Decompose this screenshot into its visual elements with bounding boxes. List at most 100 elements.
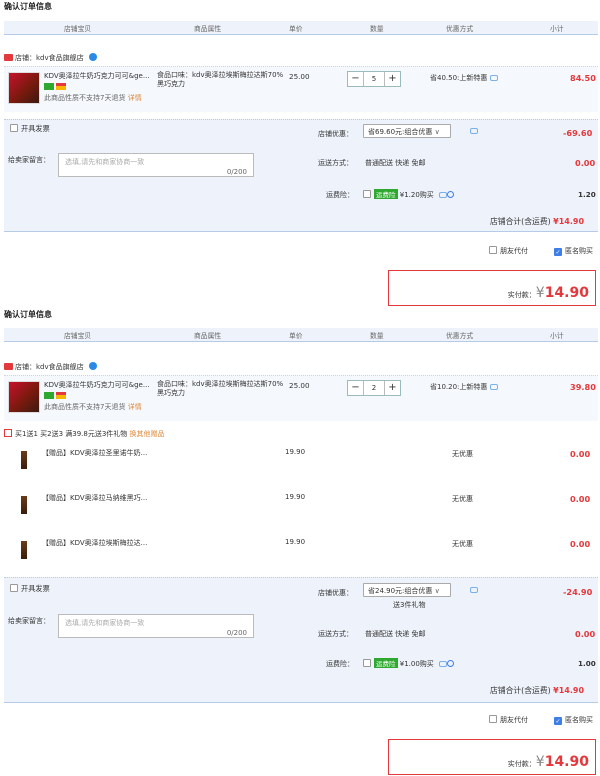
header-attr: 商品属性 xyxy=(194,25,222,33)
service-tags xyxy=(44,82,68,90)
anon-buy-checkbox[interactable]: ✓ xyxy=(554,248,562,256)
insurance-checkbox[interactable] xyxy=(363,190,371,198)
insurance-amount: 1.00 xyxy=(578,659,596,668)
header-discount: 优惠方式 xyxy=(446,332,474,340)
qty-minus-button[interactable]: − xyxy=(348,381,364,395)
promo-line: 买1送1 买2送3 满39.8元送3件礼物 换其他赠品 xyxy=(4,429,165,439)
chat-icon[interactable] xyxy=(490,384,499,390)
gift-row: 【赠品】KDV奥泽拉埃斯梅拉达... 19.90 无优惠 0.00 xyxy=(4,531,598,571)
shop-name[interactable]: 店铺：kdv食品旗舰店 xyxy=(4,53,97,63)
gift-list: 【赠品】KDV奥泽拉圣里诺牛奶... 19.90 无优惠 0.00 【赠品】KD… xyxy=(4,441,598,571)
gift-thumbnail[interactable] xyxy=(21,451,27,469)
message-placeholder: 选填,请先和商家协商一致 xyxy=(65,619,145,627)
pay-summary: 实付款：¥14.90 xyxy=(388,270,596,306)
detail-link[interactable]: 详情 xyxy=(128,94,142,102)
insurance-label: 运费险： xyxy=(326,660,354,668)
message-count: 0/200 xyxy=(226,629,247,637)
gift-thumbnail[interactable] xyxy=(21,541,27,559)
pay-summary: 实付款：¥14.90 xyxy=(388,739,596,775)
gift-thumbnail[interactable] xyxy=(21,496,27,514)
shop-discount-sub: 送3件礼物 xyxy=(393,601,426,609)
gift-name[interactable]: 【赠品】KDV奥泽拉埃斯梅拉达... xyxy=(42,538,147,548)
message-placeholder: 选填,请先和商家协商一致 xyxy=(65,158,145,166)
qty-value[interactable]: 2 xyxy=(364,381,384,395)
anon-buy-option[interactable]: ✓ 匿名购买 xyxy=(554,246,593,256)
shop-icon xyxy=(4,363,13,370)
shop-discount-select[interactable]: 省69.60元:组合优惠 ∨ xyxy=(363,124,451,138)
chat-icon[interactable] xyxy=(490,75,499,81)
gift-subtotal: 0.00 xyxy=(570,539,591,549)
help-icon[interactable] xyxy=(447,660,455,667)
shipping-value: 普通配送 快递 免邮 xyxy=(365,159,426,167)
friend-pay-checkbox[interactable] xyxy=(489,715,497,723)
detail-link[interactable]: 详情 xyxy=(128,403,142,411)
gift-row: 【赠品】KDV奥泽拉圣里诺牛奶... 19.90 无优惠 0.00 xyxy=(4,441,598,481)
help-icon[interactable] xyxy=(447,191,455,198)
quantity-stepper[interactable]: − 2 + xyxy=(347,380,401,396)
gift-discount: 无优惠 xyxy=(452,540,473,548)
anon-buy-option[interactable]: ✓ 匿名购买 xyxy=(554,715,593,725)
message-input[interactable]: 选填,请先和商家协商一致 0/200 xyxy=(58,614,254,638)
qty-value[interactable]: 5 xyxy=(364,72,384,86)
message-input[interactable]: 选填,请先和商家协商一致 0/200 xyxy=(58,153,254,177)
return-note: 此商品性质不支持7天退货 详情 xyxy=(44,403,142,411)
insurance-option[interactable]: 运费险 ¥1.00购买 xyxy=(363,658,455,669)
shipping-value: 普通配送 快递 免邮 xyxy=(365,630,426,638)
chevron-down-icon: ∨ xyxy=(434,587,440,595)
header-qty: 数量 xyxy=(370,25,384,33)
insurance-tag: 运费险 xyxy=(374,658,398,668)
shop-total: 店铺合计(含运费) ¥14.90 xyxy=(490,217,585,226)
qty-plus-button[interactable]: + xyxy=(384,72,400,86)
insurance-amount: 1.20 xyxy=(578,190,596,199)
item-discount: 省10.20:上新特惠 xyxy=(430,382,499,392)
header-qty: 数量 xyxy=(370,332,384,340)
page-title: 确认订单信息 xyxy=(4,2,52,11)
qty-minus-button[interactable]: − xyxy=(348,72,364,86)
chat-icon[interactable] xyxy=(439,661,448,667)
message-label: 给卖家留言： xyxy=(8,617,50,625)
product-thumbnail[interactable] xyxy=(8,72,40,104)
insurance-option[interactable]: 运费险 ¥1.20购买 xyxy=(363,189,455,200)
order-options-panel: 开具发票 给卖家留言： 选填,请先和商家协商一致 0/200 店铺优惠： 省69… xyxy=(4,119,598,232)
qty-plus-button[interactable]: + xyxy=(384,381,400,395)
gift-subtotal: 0.00 xyxy=(570,494,591,504)
gift-name[interactable]: 【赠品】KDV奥泽拉马纳维黑巧... xyxy=(42,493,147,503)
anon-buy-checkbox[interactable]: ✓ xyxy=(554,717,562,725)
friend-pay-option[interactable]: 朋友代付 xyxy=(489,246,528,256)
shop-discount-select[interactable]: 省24.90元:组合优惠 ∨ xyxy=(363,583,451,597)
friend-pay-checkbox[interactable] xyxy=(489,246,497,254)
invoice-option[interactable]: 开具发票 xyxy=(10,584,50,594)
header-price: 单价 xyxy=(289,332,303,340)
table-header: 店铺宝贝 商品属性 单价 数量 优惠方式 小计 xyxy=(4,21,598,35)
gift-discount: 无优惠 xyxy=(452,450,473,458)
invoice-checkbox[interactable] xyxy=(10,584,18,592)
header-discount: 优惠方式 xyxy=(446,25,474,33)
header-price: 单价 xyxy=(289,25,303,33)
gift-icon xyxy=(4,429,12,437)
gift-row: 【赠品】KDV奥泽拉马纳维黑巧... 19.90 无优惠 0.00 xyxy=(4,486,598,526)
product-thumbnail[interactable] xyxy=(8,381,40,413)
wangwang-chat-icon[interactable] xyxy=(88,53,97,61)
gift-subtotal: 0.00 xyxy=(570,449,591,459)
chat-icon[interactable] xyxy=(470,128,478,134)
wangwang-chat-icon[interactable] xyxy=(88,362,97,370)
quantity-stepper[interactable]: − 5 + xyxy=(347,71,401,87)
header-item: 店铺宝贝 xyxy=(64,332,92,340)
chat-icon[interactable] xyxy=(470,587,478,593)
gift-price: 19.90 xyxy=(285,538,306,546)
product-name[interactable]: KDV奥泽拉牛奶巧克力可可&ge... xyxy=(44,380,156,390)
invoice-option[interactable]: 开具发票 xyxy=(10,124,50,134)
change-gift-link[interactable]: 换其他赠品 xyxy=(130,430,165,438)
gift-name[interactable]: 【赠品】KDV奥泽拉圣里诺牛奶... xyxy=(42,448,147,458)
shop-name[interactable]: 店铺：kdv食品旗舰店 xyxy=(4,362,97,372)
shop-discount-label: 店铺优惠： xyxy=(318,130,353,138)
invoice-checkbox[interactable] xyxy=(10,124,18,132)
insurance-checkbox[interactable] xyxy=(363,659,371,667)
chevron-down-icon: ∨ xyxy=(434,128,440,136)
product-name[interactable]: KDV奥泽拉牛奶巧克力可可&ge... xyxy=(44,71,156,81)
pay-currency: ¥ xyxy=(535,754,545,770)
return-note: 此商品性质不支持7天退货 详情 xyxy=(44,94,142,102)
gift-discount: 无优惠 xyxy=(452,495,473,503)
chat-icon[interactable] xyxy=(439,192,448,198)
friend-pay-option[interactable]: 朋友代付 xyxy=(489,715,528,725)
